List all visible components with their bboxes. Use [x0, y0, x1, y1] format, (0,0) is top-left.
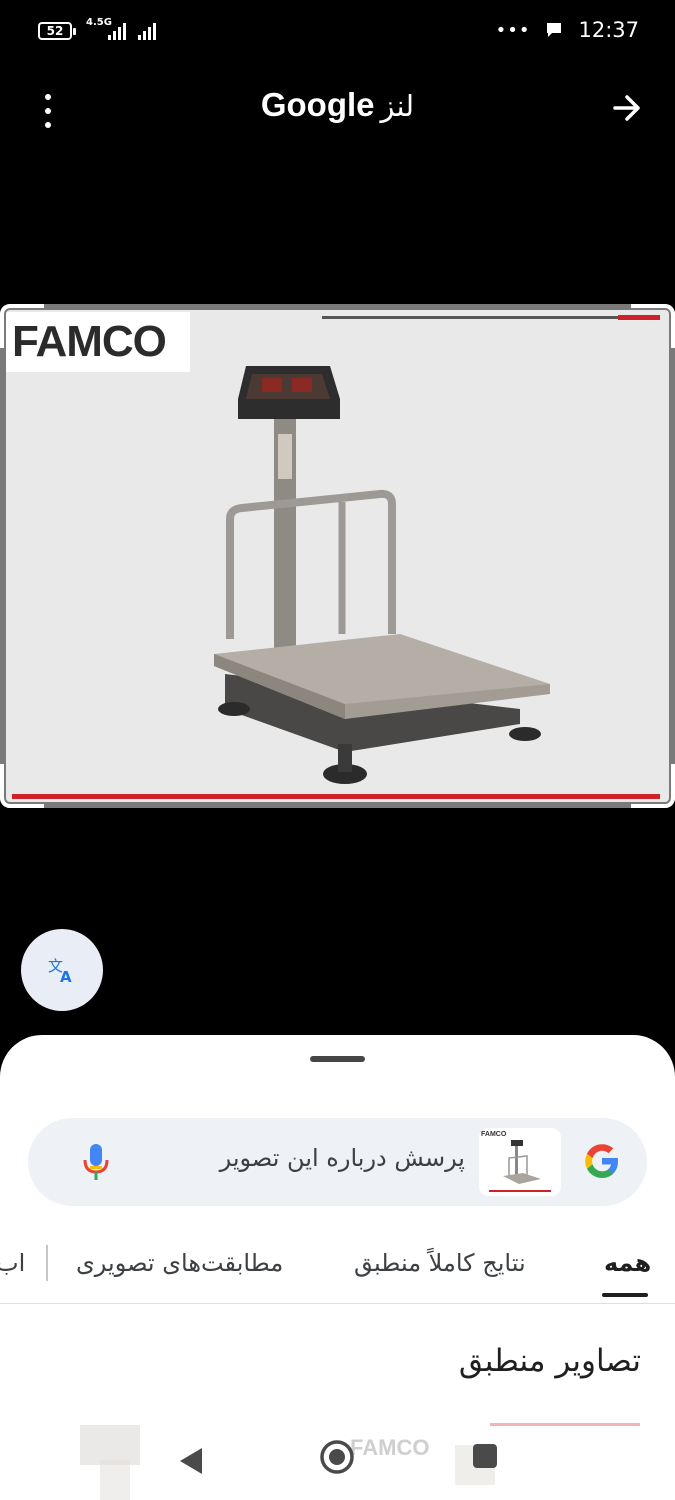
section-title: تصاویر منطبق	[458, 1343, 641, 1379]
back-icon[interactable]	[178, 1446, 204, 1476]
status-time: 12:37	[578, 18, 639, 42]
crop-handle-bottom-right[interactable]	[631, 764, 675, 808]
search-bar[interactable]: پرسش درباره این تصویر FAMCO	[28, 1118, 647, 1206]
recents-icon[interactable]	[473, 1444, 497, 1468]
mic-icon[interactable]	[82, 1142, 110, 1182]
home-icon[interactable]	[318, 1438, 356, 1476]
platform-scale-image	[214, 366, 550, 784]
crop-handle-bottom-left[interactable]	[0, 764, 44, 808]
decorative-accent	[12, 794, 660, 799]
tab-exact-matches[interactable]: نتایج کاملاً منطبق	[354, 1249, 526, 1277]
image-thumbnail[interactable]: FAMCO	[479, 1128, 561, 1196]
title-brand: Google	[260, 86, 375, 123]
translate-button[interactable]: 文 A	[21, 929, 103, 1011]
active-tab-indicator	[602, 1293, 648, 1297]
signal-icon	[138, 22, 156, 40]
tab-visual-matches[interactable]: مطابقت‌های تصویری	[76, 1249, 283, 1277]
status-right: ••• 12:37	[496, 18, 639, 42]
result-tabs: همه نتایج کاملاً منطبق مطابقت‌های تصویری…	[0, 1235, 675, 1304]
signal-icon	[108, 22, 126, 40]
title-suffix: لنز	[380, 91, 415, 123]
crop-handle-top-right[interactable]	[631, 304, 675, 348]
svg-text:A: A	[60, 968, 72, 985]
app-bar: Google لنز	[0, 64, 675, 154]
battery-level: 52	[46, 24, 64, 38]
crop-handle-top-left[interactable]	[0, 304, 44, 348]
arrow-forward-icon[interactable]	[609, 90, 645, 126]
searched-image[interactable]: FAMCO	[0, 304, 675, 808]
battery-icon: 52	[38, 22, 76, 40]
tab-more[interactable]: اب	[0, 1249, 25, 1277]
search-input[interactable]: پرسش درباره این تصویر	[220, 1144, 465, 1172]
system-nav-bar	[0, 1418, 675, 1500]
google-g-icon[interactable]	[583, 1142, 621, 1180]
page-title: Google لنز	[0, 86, 675, 124]
thumbnail-image: FAMCO	[479, 1128, 561, 1196]
chat-notification-icon	[547, 23, 562, 37]
tab-divider	[46, 1245, 48, 1281]
svg-text:FAMCO: FAMCO	[481, 1131, 507, 1138]
status-overflow-icon: •••	[495, 19, 531, 41]
sheet-drag-handle[interactable]	[310, 1056, 365, 1062]
translate-icon: 文 A	[48, 957, 72, 985]
status-bar: 52 4.5G ••• 12:37	[0, 0, 675, 64]
tab-all[interactable]: همه	[604, 1249, 651, 1277]
